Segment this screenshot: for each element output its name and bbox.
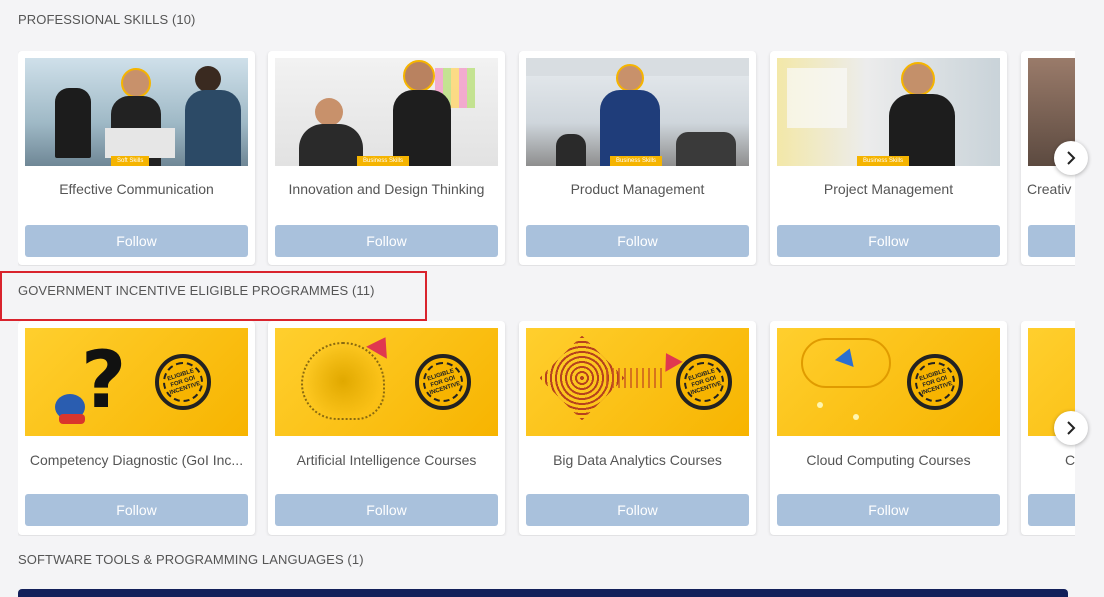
brain-circuit-icon [301, 342, 385, 420]
skill-tag: Soft Skills [111, 156, 150, 166]
course-thumbnail: Business Skills [526, 58, 749, 166]
government-incentive-carousel: ? ELIGIBLE FOR GOI INCENTIVE Competency … [18, 321, 1075, 536]
course-thumbnail: Soft Skills [25, 58, 248, 166]
course-name: Competency Diagnostic (GoI Inc... [29, 452, 244, 468]
course-thumbnail: Business Skills [275, 58, 498, 166]
follow-button[interactable]: Follow [275, 494, 498, 526]
course-card-project-management[interactable]: Business Skills Project Management Follo… [770, 51, 1007, 265]
course-name: Product Management [570, 181, 705, 197]
software-tools-banner[interactable] [18, 589, 1068, 597]
follow-button[interactable] [1028, 494, 1075, 526]
skill-tag: Business Skills [857, 156, 910, 166]
course-name: C [1065, 452, 1075, 468]
course-card-big-data-analytics[interactable]: ELIGIBLE FOR GOI INCENTIVE Big Data Anal… [519, 321, 756, 535]
eligible-badge: ELIGIBLE FOR GOI INCENTIVE [155, 354, 211, 410]
follow-button[interactable]: Follow [275, 225, 498, 257]
course-name: Effective Communication [59, 181, 214, 197]
follow-button[interactable]: Follow [526, 494, 749, 526]
course-card-innovation-design-thinking[interactable]: Business Skills Innovation and Design Th… [268, 51, 505, 265]
skill-tag: Business Skills [610, 156, 663, 166]
follow-button[interactable]: Follow [777, 225, 1000, 257]
section-title-professional-skills: PROFESSIONAL SKILLS (10) [18, 12, 196, 27]
section-title-software-tools: SOFTWARE TOOLS & PROGRAMMING LANGUAGES (… [18, 552, 364, 567]
skill-tag: Business Skills [357, 156, 410, 166]
course-name: Artificial Intelligence Courses [296, 452, 477, 468]
carousel-next-button[interactable] [1054, 141, 1088, 175]
course-card-cloud-computing[interactable]: ELIGIBLE FOR GOI INCENTIVE Cloud Computi… [770, 321, 1007, 535]
course-card-effective-communication[interactable]: Soft Skills Effective Communication Foll… [18, 51, 255, 265]
course-name: Big Data Analytics Courses [553, 452, 722, 468]
course-thumbnail: ELIGIBLE FOR GOI INCENTIVE [777, 328, 1000, 436]
course-name: Project Management [823, 181, 954, 197]
course-card-artificial-intelligence[interactable]: ELIGIBLE FOR GOI INCENTIVE Artificial In… [268, 321, 505, 535]
course-thumbnail: ELIGIBLE FOR GOI INCENTIVE [526, 328, 749, 436]
follow-button[interactable]: Follow [25, 225, 248, 257]
course-name: Cloud Computing Courses [806, 452, 971, 468]
course-name: Creativ [1027, 181, 1072, 197]
chevron-right-icon [1067, 151, 1076, 165]
question-mark-icon: ? [81, 336, 127, 426]
follow-button[interactable] [1028, 225, 1075, 257]
carousel-next-button[interactable] [1054, 411, 1088, 445]
course-card-product-management[interactable]: Business Skills Product Management Follo… [519, 51, 756, 265]
chevron-right-icon [1067, 421, 1076, 435]
course-name: Innovation and Design Thinking [288, 181, 485, 197]
section-title-government-incentive: GOVERNMENT INCENTIVE ELIGIBLE PROGRAMMES… [18, 283, 375, 298]
course-card-competency-diagnostic[interactable]: ? ELIGIBLE FOR GOI INCENTIVE Competency … [18, 321, 255, 535]
course-thumbnail: ELIGIBLE FOR GOI INCENTIVE [275, 328, 498, 436]
follow-button[interactable]: Follow [777, 494, 1000, 526]
eligible-badge: ELIGIBLE FOR GOI INCENTIVE [415, 354, 471, 410]
eligible-badge: ELIGIBLE FOR GOI INCENTIVE [907, 354, 963, 410]
follow-button[interactable]: Follow [25, 494, 248, 526]
professional-skills-carousel: Soft Skills Effective Communication Foll… [18, 51, 1075, 266]
course-thumbnail: ? ELIGIBLE FOR GOI INCENTIVE [25, 328, 248, 436]
follow-button[interactable]: Follow [526, 225, 749, 257]
course-thumbnail: Business Skills [777, 58, 1000, 166]
eligible-badge: ELIGIBLE FOR GOI INCENTIVE [676, 354, 732, 410]
